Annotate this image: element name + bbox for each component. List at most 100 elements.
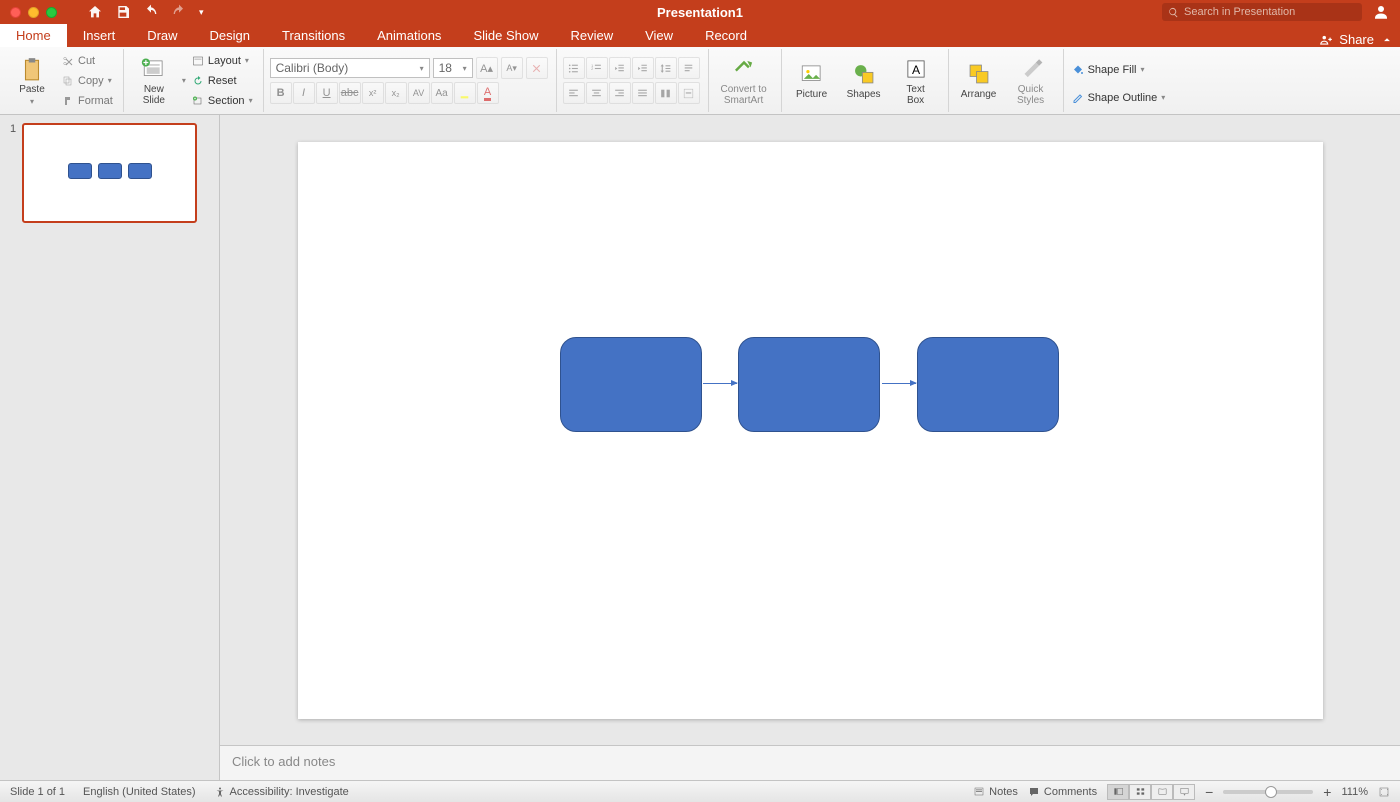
share-button[interactable]: Share: [1339, 32, 1374, 47]
ribbon-content: Paste ▾ Cut Copy▾ Format New Slide ▾ Lay…: [0, 47, 1400, 115]
minimize-window-button[interactable]: [28, 7, 39, 18]
justify-button[interactable]: [632, 82, 654, 104]
save-icon[interactable]: [115, 4, 131, 20]
superscript-button[interactable]: x²: [362, 82, 384, 104]
arrow-connector-2[interactable]: [882, 383, 916, 384]
zoom-slider[interactable]: [1223, 790, 1313, 794]
clear-formatting-button[interactable]: [526, 57, 548, 79]
arrow-connector-1[interactable]: [703, 383, 737, 384]
shape-outline-button[interactable]: Shape Outline▾: [1070, 89, 1168, 107]
slide-thumbnail-1[interactable]: [22, 123, 197, 223]
numbering-button[interactable]: 12: [586, 57, 608, 79]
arrange-button[interactable]: Arrange: [955, 51, 1003, 111]
quick-styles-button[interactable]: Quick Styles: [1007, 51, 1055, 111]
quick-styles-icon: [1018, 56, 1044, 82]
textbox-button[interactable]: A Text Box: [892, 51, 940, 111]
shapes-button[interactable]: Shapes: [840, 51, 888, 111]
font-size-select[interactable]: 18▾: [433, 58, 473, 78]
rounded-rectangle-shape-1[interactable]: [560, 337, 702, 432]
qat-customize-dropdown[interactable]: ▾: [199, 7, 204, 18]
subscript-button[interactable]: x₂: [385, 82, 407, 104]
user-account-icon[interactable]: [1372, 3, 1390, 21]
tab-transitions[interactable]: Transitions: [266, 24, 361, 47]
format-painter-button[interactable]: Format: [60, 92, 115, 110]
zoom-in-button[interactable]: +: [1323, 784, 1331, 800]
align-center-button[interactable]: [586, 82, 608, 104]
accessibility-checker[interactable]: Accessibility: Investigate: [214, 786, 349, 798]
italic-button[interactable]: I: [293, 82, 315, 104]
convert-smartart-button[interactable]: Convert to SmartArt: [715, 51, 773, 111]
layout-button[interactable]: Layout▾: [190, 52, 255, 70]
arrange-icon: [966, 61, 992, 87]
collapse-ribbon-icon[interactable]: [1380, 33, 1394, 47]
columns-button[interactable]: [655, 82, 677, 104]
tab-record[interactable]: Record: [689, 24, 763, 47]
decrease-font-button[interactable]: A▾: [501, 57, 523, 79]
new-slide-icon: [141, 56, 167, 82]
new-slide-dropdown[interactable]: ▾: [182, 76, 186, 85]
smartart-icon: [731, 56, 757, 82]
font-color-button[interactable]: A: [477, 82, 499, 104]
copy-button[interactable]: Copy▾: [60, 72, 115, 90]
search-input[interactable]: Search in Presentation: [1162, 3, 1362, 21]
shape-fill-button[interactable]: Shape Fill▾: [1070, 61, 1168, 79]
tab-insert[interactable]: Insert: [67, 24, 132, 47]
notes-pane[interactable]: Click to add notes: [220, 745, 1400, 780]
align-vert-icon: [682, 87, 695, 100]
zoom-level[interactable]: 111%: [1341, 786, 1368, 798]
align-text-button[interactable]: [678, 82, 700, 104]
underline-button[interactable]: U: [316, 82, 338, 104]
slideshow-view-button[interactable]: [1173, 784, 1195, 800]
home-icon[interactable]: [87, 4, 103, 20]
normal-view-button[interactable]: [1107, 784, 1129, 800]
undo-icon[interactable]: [143, 4, 159, 20]
language-indicator[interactable]: English (United States): [83, 786, 196, 798]
align-left-button[interactable]: [563, 82, 585, 104]
decrease-indent-button[interactable]: [609, 57, 631, 79]
zoom-out-button[interactable]: −: [1205, 784, 1213, 800]
notes-toggle[interactable]: Notes: [973, 786, 1018, 798]
text-direction-button[interactable]: [678, 57, 700, 79]
tab-view[interactable]: View: [629, 24, 689, 47]
new-slide-button[interactable]: New Slide: [130, 51, 178, 111]
increase-font-button[interactable]: A▴: [476, 57, 498, 79]
bullets-button[interactable]: [563, 57, 585, 79]
paint-bucket-icon: [1072, 64, 1084, 76]
picture-button[interactable]: Picture: [788, 51, 836, 111]
slide-counter[interactable]: Slide 1 of 1: [10, 786, 65, 798]
change-case-button[interactable]: Aa: [431, 82, 453, 104]
sorter-view-button[interactable]: [1129, 784, 1151, 800]
tab-draw[interactable]: Draw: [131, 24, 193, 47]
paste-button[interactable]: Paste ▾: [8, 51, 56, 111]
highlight-icon: [458, 87, 471, 100]
slide-1[interactable]: [298, 142, 1323, 719]
strikethrough-button[interactable]: abc: [339, 82, 361, 104]
rounded-rectangle-shape-3[interactable]: [917, 337, 1059, 432]
picture-icon: [799, 61, 825, 87]
tab-home[interactable]: Home: [0, 24, 67, 47]
line-spacing-button[interactable]: [655, 57, 677, 79]
reading-view-button[interactable]: [1151, 784, 1173, 800]
canvas-wrapper: Click to add notes: [220, 115, 1400, 780]
comments-toggle[interactable]: Comments: [1028, 786, 1097, 798]
maximize-window-button[interactable]: [46, 7, 57, 18]
cut-button[interactable]: Cut: [60, 52, 115, 70]
highlight-button[interactable]: [454, 82, 476, 104]
section-button[interactable]: Section▾: [190, 92, 255, 110]
reset-button[interactable]: Reset: [190, 72, 255, 90]
redo-icon[interactable]: [171, 4, 187, 20]
font-name-select[interactable]: Calibri (Body)▾: [270, 58, 430, 78]
bold-button[interactable]: B: [270, 82, 292, 104]
tab-slideshow[interactable]: Slide Show: [457, 24, 554, 47]
slide-canvas-area[interactable]: [220, 115, 1400, 745]
rounded-rectangle-shape-2[interactable]: [738, 337, 880, 432]
increase-indent-button[interactable]: [632, 57, 654, 79]
align-right-button[interactable]: [609, 82, 631, 104]
tab-review[interactable]: Review: [554, 24, 629, 47]
insert-objects-group: Picture Shapes A Text Box: [788, 49, 949, 112]
tab-animations[interactable]: Animations: [361, 24, 457, 47]
close-window-button[interactable]: [10, 7, 21, 18]
tab-design[interactable]: Design: [194, 24, 266, 47]
fit-to-window-button[interactable]: [1378, 786, 1390, 798]
character-spacing-button[interactable]: AV: [408, 82, 430, 104]
